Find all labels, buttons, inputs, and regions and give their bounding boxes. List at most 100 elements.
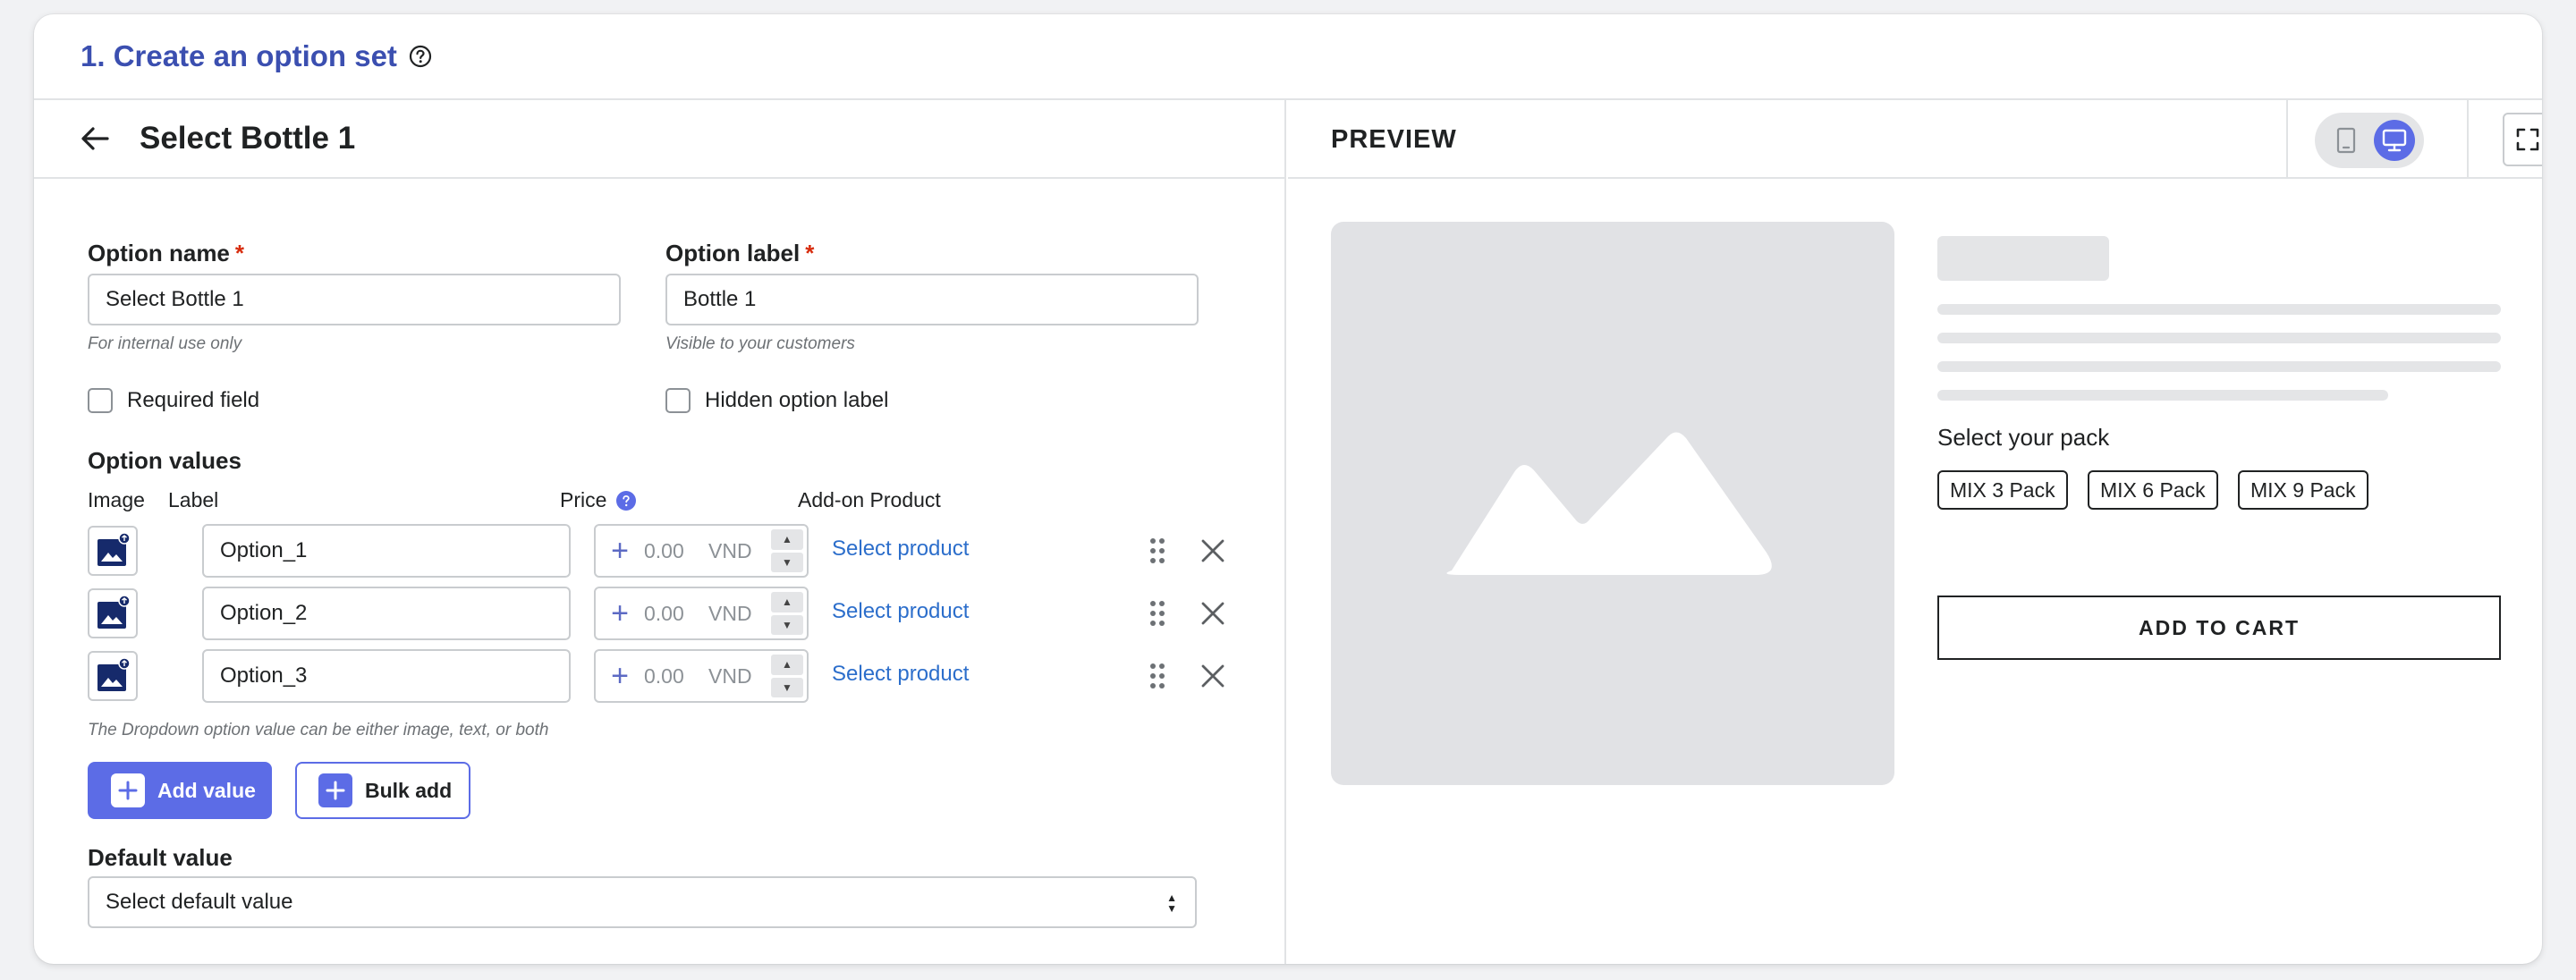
price-stepper[interactable]: ▲ ▼ <box>771 529 803 572</box>
option-value-label-input[interactable] <box>202 649 571 703</box>
question-circle-icon[interactable] <box>408 44 433 69</box>
hidden-option-label-label: Hidden option label <box>705 388 889 412</box>
hidden-option-label-row[interactable]: Hidden option label <box>665 388 889 413</box>
back-arrow-icon[interactable] <box>77 121 113 156</box>
stepper-up-icon[interactable]: ▲ <box>771 592 803 612</box>
required-mark: * <box>805 240 815 266</box>
plus-icon[interactable]: + <box>596 659 644 694</box>
option-label-input[interactable] <box>665 274 1199 325</box>
skeleton-title <box>1937 236 2109 281</box>
required-field-checkbox[interactable] <box>88 388 113 413</box>
image-upload-icon <box>97 533 131 566</box>
close-icon[interactable] <box>1197 597 1229 629</box>
close-icon[interactable] <box>1197 660 1229 692</box>
default-value-select[interactable]: Select default value ▲ ▼ <box>88 876 1197 928</box>
column-price: Price <box>560 488 637 512</box>
option-label-label: Option label * <box>665 240 814 267</box>
plus-icon <box>318 773 352 807</box>
add-value-button[interactable]: Add value <box>88 762 272 819</box>
plus-icon <box>111 773 145 807</box>
option-title: Select Bottle 1 <box>140 121 356 156</box>
price-value: 0.00 <box>644 538 684 562</box>
required-field-row[interactable]: Required field <box>88 388 259 413</box>
pack-option-chip[interactable]: MIX 9 Pack <box>2238 470 2368 510</box>
column-price-text: Price <box>560 488 607 511</box>
page-title: 1. Create an option set <box>80 39 397 72</box>
price-currency: VND <box>708 663 752 688</box>
desktop-device-icon[interactable] <box>2374 120 2415 161</box>
stepper-up-icon[interactable]: ▲ <box>771 655 803 675</box>
plus-icon[interactable]: + <box>596 534 644 569</box>
card-header: 1. Create an option set <box>34 14 2542 100</box>
mobile-device-icon[interactable] <box>2331 125 2361 156</box>
option-value-label-input[interactable] <box>202 524 571 578</box>
option-name-label-text: Option name <box>88 240 230 266</box>
select-product-link[interactable]: Select product <box>832 662 969 687</box>
add-value-label: Add value <box>157 778 256 802</box>
option-values-hint: The Dropdown option value can be either … <box>88 721 549 739</box>
skeleton-line <box>1937 390 2388 401</box>
option-values-title: Option values <box>88 447 242 474</box>
preview-header: PREVIEW <box>1288 100 2542 179</box>
column-image: Image <box>88 488 145 511</box>
option-label-label-text: Option label <box>665 240 801 266</box>
price-input[interactable]: + 0.00 VND ▲ ▼ <box>594 587 809 640</box>
select-product-link[interactable]: Select product <box>832 599 969 624</box>
column-addon: Add-on Product <box>798 488 941 511</box>
editor-panel: Select Bottle 1 Option name* For interna… <box>34 100 1286 964</box>
question-badge-icon[interactable] <box>615 490 637 511</box>
price-input[interactable]: + 0.00 VND ▲ ▼ <box>594 649 809 703</box>
select-caret-icon: ▲ ▼ <box>1166 891 1177 915</box>
stepper-up-icon[interactable]: ▲ <box>771 529 803 550</box>
table-row: + 0.00 VND ▲ ▼ Select product <box>88 649 1250 703</box>
fullscreen-icon[interactable] <box>2503 113 2542 166</box>
hidden-option-label-checkbox[interactable] <box>665 388 691 413</box>
plus-icon[interactable]: + <box>596 596 644 631</box>
preview-title: PREVIEW <box>1331 125 1457 154</box>
editor-panel-header: Select Bottle 1 <box>34 100 1284 179</box>
stepper-down-icon[interactable]: ▼ <box>771 552 803 572</box>
default-value-label: Default value <box>88 844 233 871</box>
bulk-add-button[interactable]: Bulk add <box>295 762 470 819</box>
image-upload-button[interactable] <box>88 651 138 701</box>
column-label: Label <box>168 488 219 511</box>
stepper-down-icon[interactable]: ▼ <box>771 677 803 697</box>
pack-option-chip[interactable]: MIX 6 Pack <box>2088 470 2218 510</box>
add-to-cart-button[interactable]: ADD TO CART <box>1937 596 2501 660</box>
option-name-label: Option name * <box>88 240 244 267</box>
required-mark: * <box>234 240 245 266</box>
price-input[interactable]: + 0.00 VND ▲ ▼ <box>594 524 809 578</box>
image-upload-icon <box>97 658 131 691</box>
table-row: + 0.00 VND ▲ ▼ Select product <box>88 524 1250 578</box>
table-row: + 0.00 VND ▲ ▼ Select product <box>88 587 1250 640</box>
image-upload-button[interactable] <box>88 588 138 638</box>
price-stepper[interactable]: ▲ ▼ <box>771 592 803 635</box>
bulk-add-label: Bulk add <box>365 778 453 802</box>
drag-handle-icon[interactable] <box>1141 660 1174 692</box>
price-currency: VND <box>708 538 752 562</box>
select-product-link[interactable]: Select product <box>832 536 969 562</box>
product-image-placeholder <box>1331 222 1894 785</box>
skeleton-line <box>1937 333 2501 343</box>
preview-panel: PREVIEW Select your pack MIX 3 Pack MIX … <box>1288 100 2542 964</box>
option-name-input[interactable] <box>88 274 621 325</box>
image-placeholder-icon <box>1446 432 1772 575</box>
drag-handle-icon[interactable] <box>1141 535 1174 567</box>
price-currency: VND <box>708 601 752 625</box>
option-set-card: 1. Create an option set Select Bottle 1 … <box>34 14 2542 964</box>
option-value-label-input[interactable] <box>202 587 571 640</box>
close-icon[interactable] <box>1197 535 1229 567</box>
device-toggle <box>2315 113 2424 168</box>
price-value: 0.00 <box>644 663 684 688</box>
device-switcher <box>2286 100 2469 179</box>
pack-label: Select your pack <box>1937 424 2110 451</box>
image-upload-button[interactable] <box>88 526 138 576</box>
default-value-placeholder: Select default value <box>106 890 293 914</box>
skeleton-line <box>1937 361 2501 372</box>
drag-handle-icon[interactable] <box>1141 597 1174 629</box>
pack-option-chip[interactable]: MIX 3 Pack <box>1937 470 2068 510</box>
price-stepper[interactable]: ▲ ▼ <box>771 655 803 697</box>
image-upload-icon <box>97 596 131 629</box>
option-name-hint: For internal use only <box>88 334 242 353</box>
stepper-down-icon[interactable]: ▼ <box>771 614 803 635</box>
